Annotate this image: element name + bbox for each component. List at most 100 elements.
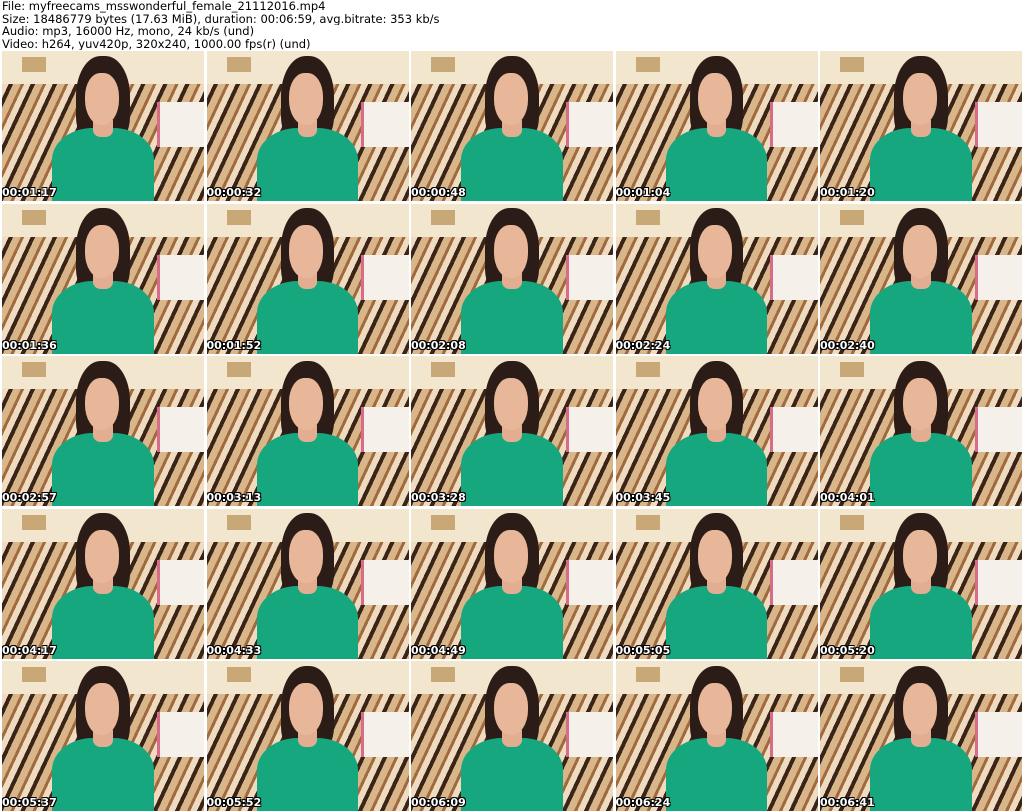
video-thumbnail: 00:06:09 (411, 661, 613, 811)
person-face (698, 682, 733, 736)
media-info-header: File: myfreecams_msswonderful_female_211… (2, 0, 1022, 50)
person-face (84, 72, 119, 126)
video-thumbnail: 00:03:13 (206, 356, 409, 506)
person-face (902, 682, 937, 736)
person-figure (860, 665, 981, 811)
video-thumbnail: 00:05:05 (615, 508, 818, 659)
thumbnail-timestamp: 00:03:28 (411, 491, 466, 504)
person-face (84, 377, 119, 431)
audio-info-line: Audio: mp3, 16000 Hz, mono, 24 kb/s (und… (2, 25, 255, 38)
person-face (289, 225, 324, 278)
person-face (289, 377, 324, 431)
video-thumbnail: 00:02:40 (820, 203, 1022, 354)
person-figure (247, 665, 368, 811)
pillow (361, 102, 409, 147)
pillow (565, 102, 613, 147)
person-figure (247, 55, 368, 201)
thumbnail-timestamp: 00:01:17 (2, 186, 57, 199)
thumbnail-timestamp: 00:01:36 (2, 338, 57, 352)
thumbnail-timestamp: 00:02:08 (411, 338, 466, 352)
video-thumbnail: 00:05:52 (206, 661, 409, 811)
person-body (52, 128, 154, 201)
person-body (256, 738, 359, 811)
video-thumbnail: 00:01:17 (2, 51, 204, 201)
video-thumbnail: 00:01:52 (206, 203, 409, 354)
person-face (698, 72, 733, 126)
pillow (974, 254, 1022, 300)
person-figure (42, 208, 163, 354)
person-figure (247, 208, 368, 354)
person-body (870, 280, 972, 354)
person-figure (860, 360, 981, 506)
thumbnail-timestamp: 00:01:04 (615, 186, 671, 199)
person-figure (451, 665, 572, 811)
thumbnail-timestamp: 00:05:20 (820, 643, 875, 657)
thumbnail-timestamp: 00:00:48 (411, 186, 466, 199)
person-face (84, 682, 119, 736)
person-body (665, 280, 768, 354)
pillow (156, 712, 204, 757)
person-face (698, 530, 733, 583)
person-face (902, 530, 937, 583)
person-face (289, 682, 324, 736)
person-figure (42, 55, 163, 201)
pillow (974, 559, 1022, 605)
thumbnail-timestamp: 00:06:24 (615, 796, 671, 809)
video-thumbnail: 00:04:49 (411, 508, 613, 659)
video-thumbnail: 00:04:17 (2, 508, 204, 659)
thumbnail-timestamp: 00:01:52 (206, 338, 262, 352)
pillow (565, 559, 613, 605)
person-body (256, 585, 359, 659)
video-info-line: Video: h264, yuv420p, 320x240, 1000.00 f… (2, 37, 311, 50)
person-body (665, 128, 768, 201)
thumbnail-timestamp: 00:04:01 (820, 491, 875, 504)
video-thumbnail: 00:01:04 (615, 51, 818, 201)
person-body (870, 433, 972, 506)
person-body (52, 738, 154, 811)
pillow (361, 407, 409, 452)
person-body (52, 280, 154, 354)
person-face (493, 682, 528, 736)
thumbnail-timestamp: 00:04:49 (411, 643, 466, 657)
person-face (289, 72, 324, 126)
person-body (461, 128, 563, 201)
person-face (698, 377, 733, 431)
person-body (461, 585, 563, 659)
video-thumbnail: 00:02:24 (615, 203, 818, 354)
pillow (770, 407, 818, 452)
pillow (361, 712, 409, 757)
person-figure (451, 513, 572, 659)
person-figure (656, 665, 777, 811)
video-thumbnail: 00:01:36 (2, 203, 204, 354)
pillow (770, 254, 818, 300)
thumbnail-timestamp: 00:05:37 (2, 796, 57, 809)
pillow (156, 102, 204, 147)
video-thumbnail: 00:04:01 (820, 356, 1022, 506)
pillow (770, 102, 818, 147)
thumbnail-timestamp: 00:02:24 (615, 338, 671, 352)
video-thumbnail: 00:05:20 (820, 508, 1022, 659)
person-figure (860, 208, 981, 354)
video-thumbnail: 00:03:28 (411, 356, 613, 506)
person-face (902, 225, 937, 278)
person-body (461, 738, 563, 811)
person-face (84, 530, 119, 583)
pillow (770, 712, 818, 757)
person-face (902, 377, 937, 431)
thumbnail-timestamp: 00:04:17 (2, 643, 57, 657)
thumbnail-timestamp: 00:02:57 (2, 491, 57, 504)
thumbnail-timestamp: 00:04:33 (206, 643, 262, 657)
person-figure (656, 55, 777, 201)
person-body (870, 585, 972, 659)
person-face (493, 530, 528, 583)
person-body (870, 738, 972, 811)
person-figure (656, 513, 777, 659)
person-body (665, 433, 768, 506)
person-face (289, 530, 324, 583)
thumbnail-grid: 00:01:17 00:00:32 00:00:48 00:01:04 00:01:20… (2, 51, 1022, 811)
pillow (974, 407, 1022, 452)
person-face (493, 225, 528, 278)
video-thumbnail: 00:04:33 (206, 508, 409, 659)
pillow (156, 254, 204, 300)
thumbnail-timestamp: 00:03:45 (615, 491, 671, 504)
